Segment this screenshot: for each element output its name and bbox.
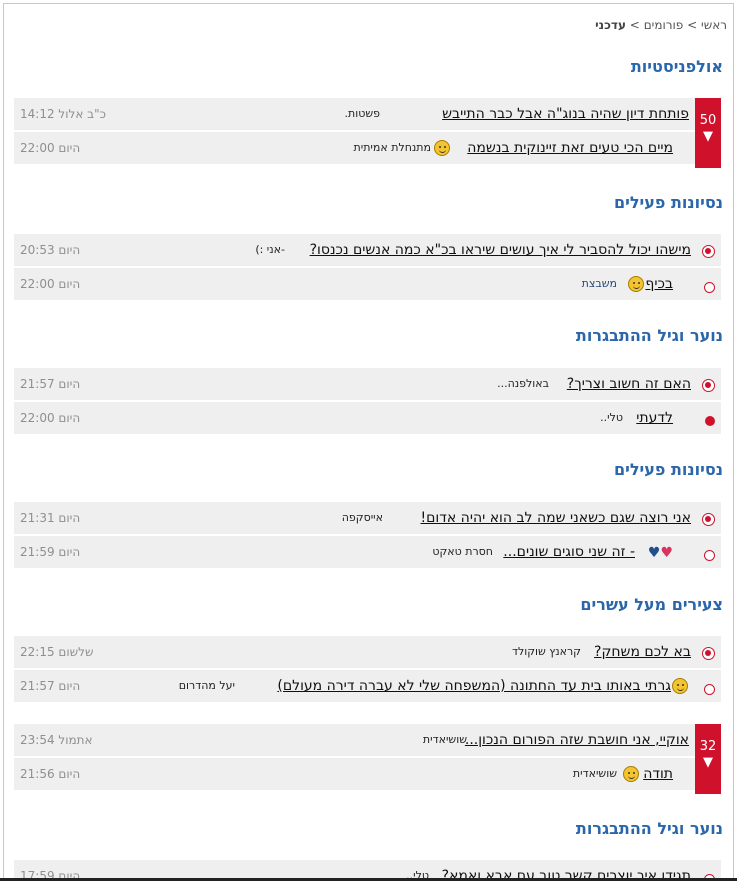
thread-row[interactable]: מיים הכי טעים זאת זיינוקית בנשמה מתנחלת …	[14, 132, 721, 166]
hot-thread-indicator-icon	[705, 416, 715, 426]
breadcrumb: ראשי > פורומים > עדכני	[595, 18, 727, 32]
thread-time: היום 21:57	[20, 679, 81, 693]
unread-indicator-icon	[702, 647, 715, 660]
thread-link[interactable]: מיים הכי טעים זאת זיינוקית בנשמה	[467, 140, 673, 156]
thread-author[interactable]: שושיאדית	[423, 724, 467, 756]
section-title[interactable]: נוער וגיל ההתבגרות	[576, 819, 723, 838]
smiley-icon	[623, 766, 639, 782]
thread-row[interactable]: בא לכם משחק? קראנץ שוקולד שלשום 22:15	[14, 636, 721, 670]
read-indicator-icon	[704, 550, 715, 561]
thread-link[interactable]: האם זה חשוב וצריך?	[567, 376, 691, 392]
emoji-icon	[434, 140, 450, 156]
thread-subject[interactable]: גרתי באותו בית עד החתונה (המשפחה שלי לא …	[277, 670, 671, 702]
chevron-down-icon[interactable]: ▼	[695, 129, 721, 144]
thread-row[interactable]: האם זה חשוב וצריך? באולפנה... היום 21:57	[14, 368, 721, 402]
thread-row[interactable]: פותחת דיון שהיה בנוג"ה אבל כבר התייבש פש…	[14, 98, 721, 132]
thread-row[interactable]: ♥♥ - זה שני סוגים שונים... חסרת טאקט היו…	[14, 536, 721, 570]
thread-author[interactable]: פשטות.	[344, 98, 380, 130]
thread-group: פותחת דיון שהיה בנוג"ה אבל כבר התייבש פש…	[14, 98, 721, 168]
thread-author[interactable]: חסרת טאקט	[432, 536, 493, 568]
counter-number: 32	[699, 739, 717, 754]
hearts-icon: ♥♥	[647, 544, 673, 561]
thread-time: היום 22:00	[20, 411, 81, 425]
thread-author[interactable]: משבצת	[582, 268, 617, 300]
thread-link[interactable]: לדעתי	[636, 410, 673, 426]
smiley-icon	[628, 276, 644, 292]
section-title[interactable]: נוער וגיל ההתבגרות	[576, 326, 723, 345]
unread-indicator-icon	[702, 513, 715, 526]
thread-group: אוקיי, אני חושבת שזה הפורום הנכון... שוש…	[14, 724, 721, 794]
thread-subject[interactable]: תודה	[643, 758, 673, 790]
breadcrumb-home[interactable]: ראשי	[701, 18, 727, 32]
breadcrumb-separator: >	[687, 18, 698, 32]
chevron-down-icon[interactable]: ▼	[695, 755, 721, 770]
thread-subject[interactable]: - זה שני סוגים שונים...	[503, 536, 635, 568]
thread-author[interactable]: קראנץ שוקולד	[512, 636, 581, 668]
read-indicator-icon	[704, 282, 715, 293]
thread-time: אתמול 23:54	[20, 733, 93, 747]
thread-time: היום 21:56	[20, 767, 81, 781]
thread-subject[interactable]: בא לכם משחק?	[594, 636, 691, 668]
breadcrumb-separator: >	[629, 18, 640, 32]
thread-author[interactable]: -אני :)	[255, 234, 285, 266]
thread-row[interactable]: אני רוצה שגם כשאני שמה לב הוא יהיה אדום!…	[14, 502, 721, 536]
counter-number: 50	[699, 113, 717, 128]
thread-link[interactable]: אני רוצה שגם כשאני שמה לב הוא יהיה אדום!	[421, 510, 691, 526]
read-indicator-icon	[704, 684, 715, 695]
thread-time: היום 21:31	[20, 511, 81, 525]
thread-link[interactable]: פותחת דיון שהיה בנוג"ה אבל כבר התייבש	[442, 106, 689, 122]
thread-row[interactable]: גרתי באותו בית עד החתונה (המשפחה שלי לא …	[14, 670, 721, 704]
thread-row[interactable]: מישהו יכול להסביר לי איך עושים שיראו בכ"…	[14, 234, 721, 268]
thread-author[interactable]: אייסקפה	[342, 502, 383, 534]
thread-time: היום 21:59	[20, 545, 81, 559]
thread-subject[interactable]: מישהו יכול להסביר לי איך עושים שיראו בכ"…	[310, 234, 691, 266]
thread-author[interactable]: באולפנה...	[497, 368, 549, 400]
thread-row[interactable]: בכיף משבצת היום 22:00	[14, 268, 721, 302]
thread-time: היום 21:57	[20, 377, 81, 391]
thread-link[interactable]: תודה	[643, 766, 673, 782]
unread-indicator-icon	[702, 245, 715, 258]
thread-link[interactable]: בא לכם משחק?	[594, 644, 691, 660]
thread-link[interactable]: מישהו יכול להסביר לי איך עושים שיראו בכ"…	[310, 242, 691, 258]
thread-subject[interactable]: מיים הכי טעים זאת זיינוקית בנשמה	[467, 132, 673, 164]
thread-group: בא לכם משחק? קראנץ שוקולד שלשום 22:15 גר…	[14, 636, 721, 704]
thread-subject[interactable]: פותחת דיון שהיה בנוג"ה אבל כבר התייבש	[442, 98, 689, 130]
thread-time: היום 22:00	[20, 141, 81, 155]
section-title[interactable]: נסיונות פעילים	[614, 193, 723, 212]
new-messages-counter[interactable]: 32 ▼	[695, 724, 721, 794]
thread-subject[interactable]: אוקיי, אני חושבת שזה הפורום הנכון...	[465, 724, 689, 756]
thread-group: מישהו יכול להסביר לי איך עושים שיראו בכ"…	[14, 234, 721, 302]
thread-link[interactable]: אוקיי, אני חושבת שזה הפורום הנכון...	[465, 732, 689, 748]
thread-link[interactable]: בכיף	[645, 276, 673, 292]
thread-time: היום 20:53	[20, 243, 81, 257]
thread-time: היום 22:00	[20, 277, 81, 291]
thread-time: שלשום 22:15	[20, 645, 94, 659]
thread-row[interactable]: תודה שושיאדית היום 21:56	[14, 758, 721, 792]
thread-subject[interactable]: בכיף	[645, 268, 673, 300]
thread-group: אני רוצה שגם כשאני שמה לב הוא יהיה אדום!…	[14, 502, 721, 570]
breadcrumb-forums[interactable]: פורומים	[644, 18, 684, 32]
page-frame: ראשי > פורומים > עדכני אולפניסטיות פותחת…	[3, 3, 734, 881]
thread-author[interactable]: טלי..	[600, 402, 623, 434]
thread-link[interactable]: - זה שני סוגים שונים...	[503, 544, 635, 560]
thread-author[interactable]: יעל מהדרום	[179, 670, 235, 702]
thread-subject[interactable]: האם זה חשוב וצריך?	[567, 368, 691, 400]
breadcrumb-current: עדכני	[595, 18, 626, 32]
thread-link[interactable]: גרתי באותו בית עד החתונה (המשפחה שלי לא …	[277, 678, 671, 694]
thread-subject[interactable]: אני רוצה שגם כשאני שמה לב הוא יהיה אדום!	[421, 502, 691, 534]
thread-subject[interactable]: לדעתי	[636, 402, 673, 434]
unread-indicator-icon	[702, 379, 715, 392]
section-title[interactable]: נסיונות פעילים	[614, 460, 723, 479]
thread-time: כ"ב אלול 14:12	[20, 107, 106, 121]
thread-author[interactable]: שושיאדית	[573, 758, 617, 790]
thread-author[interactable]: מתנחלת אמיתית	[354, 132, 431, 164]
section-title[interactable]: צעירים מעל עשרים	[580, 595, 723, 614]
thread-row[interactable]: לדעתי טלי.. היום 22:00	[14, 402, 721, 436]
thread-group: האם זה חשוב וצריך? באולפנה... היום 21:57…	[14, 368, 721, 436]
smiley-icon	[672, 678, 688, 694]
thread-row[interactable]: אוקיי, אני חושבת שזה הפורום הנכון... שוש…	[14, 724, 721, 758]
section-title[interactable]: אולפניסטיות	[631, 57, 723, 76]
new-messages-counter[interactable]: 50 ▼	[695, 98, 721, 168]
